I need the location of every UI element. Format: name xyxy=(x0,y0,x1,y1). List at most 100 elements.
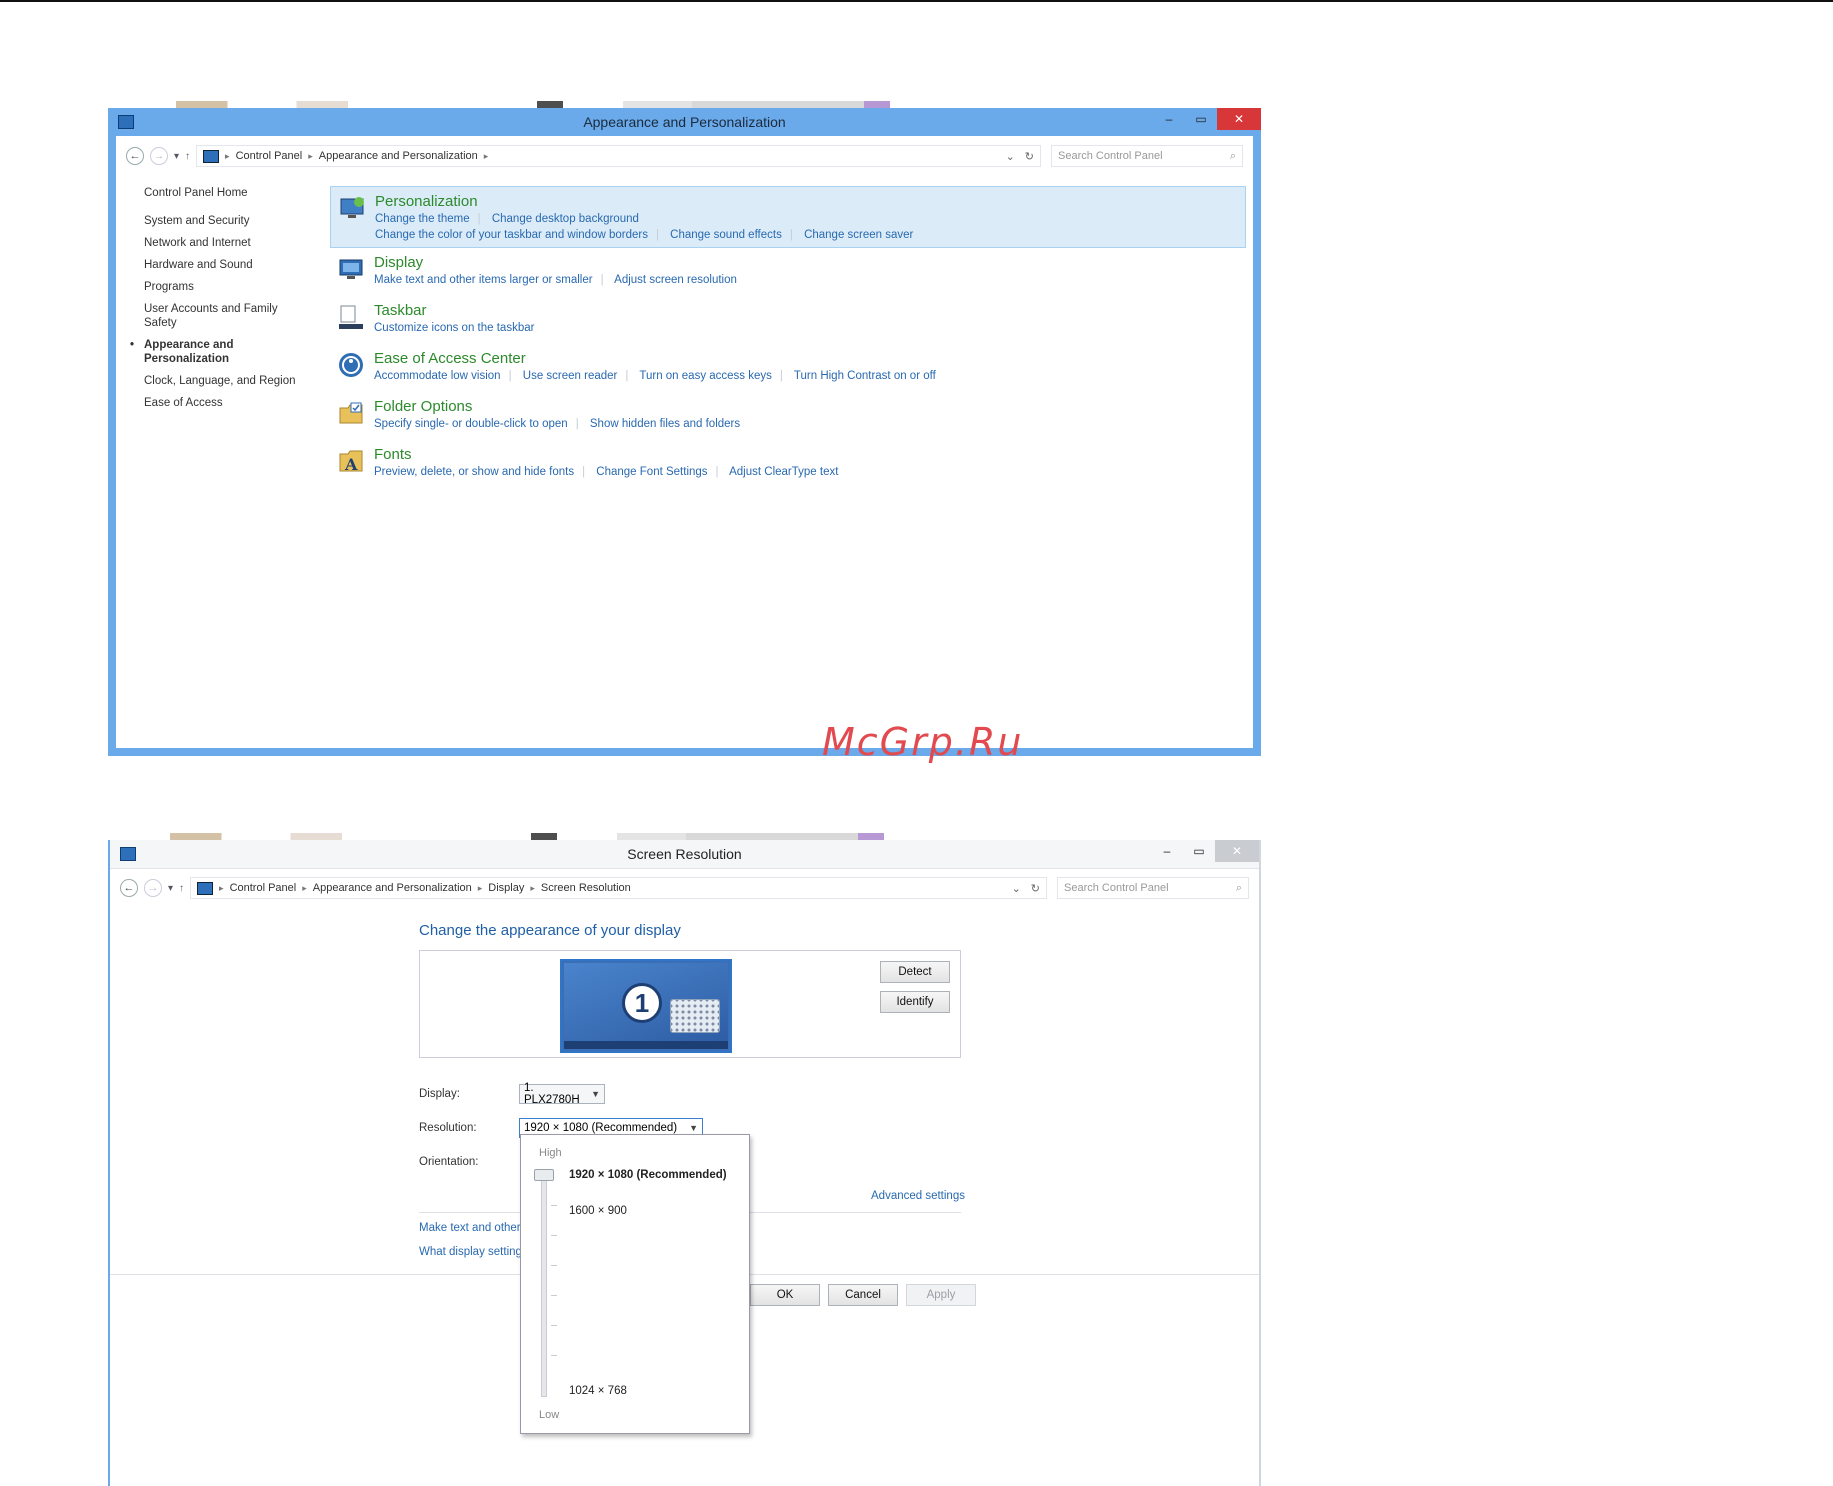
minimize-button[interactable]: – xyxy=(1151,840,1183,862)
display-select[interactable]: 1. PLX2780H ▼ xyxy=(519,1082,605,1106)
detect-button[interactable]: Detect xyxy=(880,961,950,983)
search-icon[interactable]: ⌕ xyxy=(1230,150,1236,163)
recent-dropdown-icon[interactable]: ▾ xyxy=(168,883,173,894)
link-change-desktop-background[interactable]: Change desktop background xyxy=(492,213,639,225)
resolution-option[interactable]: 1024 × 768 xyxy=(569,1385,627,1397)
link-change-screen-saver[interactable]: Change screen saver xyxy=(804,229,913,241)
close-button[interactable]: ✕ xyxy=(1215,840,1259,862)
link-make-text-larger[interactable]: Make text and other items larger or smal… xyxy=(374,274,593,286)
close-button[interactable]: ✕ xyxy=(1217,108,1261,130)
display-label: Display: xyxy=(419,1088,460,1100)
link-change-font-settings[interactable]: Change Font Settings xyxy=(596,466,707,478)
link-high-contrast[interactable]: Turn High Contrast on or off xyxy=(794,370,936,382)
identify-button[interactable]: Identify xyxy=(880,991,950,1013)
recent-dropdown-icon[interactable]: ▾ xyxy=(174,151,179,162)
category-display: Display Make text and other items larger… xyxy=(330,248,1246,296)
resolution-option[interactable]: 1600 × 900 xyxy=(569,1205,627,1217)
window-title: Appearance and Personalization xyxy=(583,114,786,130)
nav-clock-language-region[interactable]: Clock, Language, and Region xyxy=(144,374,314,388)
category-title[interactable]: Ease of Access Center xyxy=(374,350,1246,368)
search-input[interactable]: Search Control Panel ⌕ xyxy=(1051,145,1243,167)
page-title: Change the appearance of your display xyxy=(419,922,681,939)
breadcrumb-item[interactable]: Display xyxy=(488,882,524,894)
maximize-button[interactable]: ▭ xyxy=(1185,108,1217,130)
cancel-button[interactable]: Cancel xyxy=(828,1284,898,1306)
resolution-option[interactable]: 1920 × 1080 (Recommended) xyxy=(569,1169,727,1181)
forward-icon[interactable]: → xyxy=(144,879,162,897)
link-easy-access-keys[interactable]: Turn on easy access keys xyxy=(639,370,772,382)
link-accommodate-low-vision[interactable]: Accommodate low vision xyxy=(374,370,501,382)
title-bar[interactable]: Appearance and Personalization – ▭ ✕ xyxy=(108,108,1261,136)
nav-network-and-internet[interactable]: Network and Internet xyxy=(144,236,314,250)
link-adjust-screen-resolution[interactable]: Adjust screen resolution xyxy=(614,274,737,286)
link-change-taskbar-color[interactable]: Change the color of your taskbar and win… xyxy=(375,229,648,241)
category-title[interactable]: Personalization xyxy=(375,193,1245,211)
make-text-larger-link[interactable]: Make text and other xyxy=(419,1222,521,1234)
category-folder-options: Folder Options Specify single- or double… xyxy=(330,392,1246,440)
resolution-label: Resolution: xyxy=(419,1122,477,1134)
nav-system-and-security[interactable]: System and Security xyxy=(144,214,314,228)
breadcrumb[interactable]: ▸ Control Panel ▸ Appearance and Persona… xyxy=(196,145,1041,167)
link-show-hidden-files[interactable]: Show hidden files and folders xyxy=(590,418,740,430)
breadcrumb-item[interactable]: Appearance and Personalization xyxy=(313,882,472,894)
maximize-button[interactable]: ▭ xyxy=(1183,840,1215,862)
nav-programs[interactable]: Programs xyxy=(144,280,314,294)
advanced-settings-link[interactable]: Advanced settings xyxy=(871,1190,965,1202)
low-label: Low xyxy=(539,1409,560,1421)
link-change-theme[interactable]: Change the theme xyxy=(375,213,470,225)
link-preview-fonts[interactable]: Preview, delete, or show and hide fonts xyxy=(374,466,574,478)
up-icon[interactable]: ↑ xyxy=(179,883,184,894)
breadcrumb-item[interactable]: Control Panel xyxy=(230,882,297,894)
breadcrumb-item[interactable]: Appearance and Personalization xyxy=(319,150,478,162)
chevron-down-icon[interactable]: ⌄ xyxy=(1012,882,1021,895)
address-bar: ← → ▾ ↑ ▸ Control Panel ▸ Appearance and… xyxy=(126,144,1243,168)
category-title[interactable]: Display xyxy=(374,254,1246,272)
title-bar[interactable]: Screen Resolution – ▭ ✕ xyxy=(110,840,1259,869)
monitor-preview-area: 1 Detect Identify xyxy=(419,950,961,1058)
chevron-right-icon: ▸ xyxy=(483,150,489,161)
address-bar: ← → ▾ ↑ ▸ Control Panel ▸ Appearance and… xyxy=(120,876,1249,900)
up-icon[interactable]: ↑ xyxy=(185,151,190,162)
refresh-icon[interactable]: ↻ xyxy=(1031,882,1040,895)
chevron-down-icon: ▼ xyxy=(591,1089,600,1099)
control-panel-icon xyxy=(118,115,134,129)
link-use-screen-reader[interactable]: Use screen reader xyxy=(523,370,618,382)
refresh-icon[interactable]: ↻ xyxy=(1025,150,1034,163)
taskbar-icon xyxy=(339,305,363,329)
nav-ease-of-access[interactable]: Ease of Access xyxy=(144,396,314,410)
link-adjust-cleartype[interactable]: Adjust ClearType text xyxy=(729,466,838,478)
category-personalization: Personalization Change the theme | Change… xyxy=(330,186,1246,248)
link-single-double-click[interactable]: Specify single- or double-click to open xyxy=(374,418,568,430)
display-settings-help-link[interactable]: What display setting xyxy=(419,1246,522,1258)
page-top-rule xyxy=(0,0,1833,2)
resolution-slider-thumb[interactable] xyxy=(534,1169,554,1181)
forward-icon[interactable]: → xyxy=(150,147,168,165)
link-customize-taskbar-icons[interactable]: Customize icons on the taskbar xyxy=(374,322,534,334)
category-taskbar: Taskbar Customize icons on the taskbar xyxy=(330,296,1246,344)
breadcrumb-item[interactable]: Control Panel xyxy=(236,150,303,162)
breadcrumb[interactable]: ▸ Control Panel ▸ Appearance and Persona… xyxy=(190,877,1047,899)
apply-button[interactable]: Apply xyxy=(906,1284,976,1306)
category-title[interactable]: Folder Options xyxy=(374,398,1246,416)
back-icon[interactable]: ← xyxy=(120,879,138,897)
resolution-slider-track[interactable] xyxy=(541,1173,547,1397)
nav-user-accounts[interactable]: User Accounts and Family Safety xyxy=(144,302,284,330)
link-change-sound-effects[interactable]: Change sound effects xyxy=(670,229,782,241)
nav-hardware-and-sound[interactable]: Hardware and Sound xyxy=(144,258,314,272)
search-icon[interactable]: ⌕ xyxy=(1236,882,1242,895)
back-icon[interactable]: ← xyxy=(126,147,144,165)
fonts-icon: A xyxy=(339,450,363,474)
nav-appearance-and-personalization[interactable]: Appearance and Personalization xyxy=(130,338,254,366)
minimize-button[interactable]: – xyxy=(1153,108,1185,130)
category-title[interactable]: Fonts xyxy=(374,446,1246,464)
nav-control-panel-home[interactable]: Control Panel Home xyxy=(144,186,314,200)
left-navigation: Control Panel Home System and Security N… xyxy=(130,186,314,418)
monitor-1-tile[interactable]: 1 xyxy=(560,959,732,1053)
breadcrumb-item[interactable]: Screen Resolution xyxy=(541,882,631,894)
search-input[interactable]: Search Control Panel ⌕ xyxy=(1057,877,1249,899)
personalization-icon xyxy=(340,197,364,218)
category-title[interactable]: Taskbar xyxy=(374,302,1246,320)
ok-button[interactable]: OK xyxy=(750,1284,820,1306)
chevron-down-icon[interactable]: ⌄ xyxy=(1006,150,1015,163)
appearance-window: Appearance and Personalization – ▭ ✕ ← →… xyxy=(108,101,1261,756)
